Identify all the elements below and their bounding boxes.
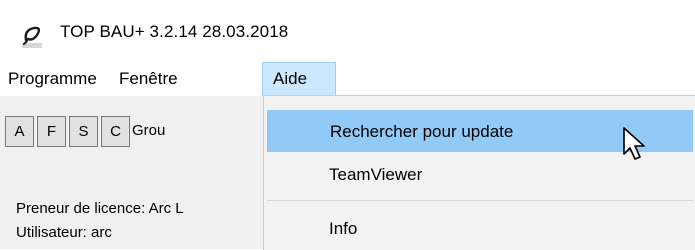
menu-bar: Programme Fenêtre Aide (0, 62, 695, 96)
pen-nib-icon (22, 26, 42, 48)
toolbar-button-a[interactable]: A (5, 116, 34, 147)
toolbar-button-c[interactable]: C (101, 116, 130, 147)
menu-item-label: TeamViewer (329, 165, 423, 184)
toolbar-button-s[interactable]: S (69, 116, 98, 147)
user-text: Utilisateur: arc (16, 224, 112, 241)
menu-fenetre[interactable]: Fenêtre (111, 62, 186, 96)
help-dropdown-menu: Rechercher pour update TeamViewer Info (263, 95, 695, 250)
menu-item-label: Rechercher pour update (330, 122, 514, 141)
status-panel: Preneur de licence: Arc L Utilisateur: a… (0, 174, 270, 249)
licensee-text: Preneur de licence: Arc L (16, 200, 184, 217)
menu-aide[interactable]: Aide (262, 62, 336, 96)
toolbar: A F S C Grou (0, 96, 270, 174)
menu-separator (267, 200, 693, 201)
toolbar-button-f[interactable]: F (37, 116, 66, 147)
menu-item-label: Info (329, 219, 358, 238)
menu-programme[interactable]: Programme (0, 62, 105, 96)
group-label: Grou (132, 122, 166, 139)
menu-item-info[interactable]: Info (267, 208, 693, 250)
arrow-pointer-icon (623, 127, 645, 160)
window-title: TOP BAU+ 3.2.14 28.03.2018 (60, 22, 289, 41)
title-bar: TOP BAU+ 3.2.14 28.03.2018 (0, 0, 695, 62)
